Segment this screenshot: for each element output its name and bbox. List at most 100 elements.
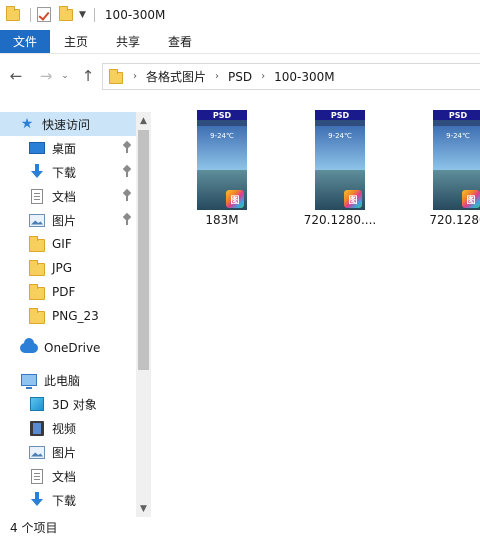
nav-label: 快速访问 — [42, 117, 91, 132]
folder-icon — [28, 308, 46, 324]
divider — [30, 8, 31, 22]
nav-label: GIF — [52, 237, 72, 251]
nav-item-gif[interactable]: GIF — [0, 232, 136, 256]
cloud-icon — [20, 338, 38, 356]
nav-label: 下载 — [52, 493, 77, 508]
address-bar[interactable]: › 各格式图片 › PSD › 100-300M — [102, 63, 480, 90]
star-icon: ★ — [20, 116, 34, 132]
download-icon — [28, 164, 46, 180]
window-title: 100-300M — [104, 8, 166, 22]
scroll-up-icon[interactable]: ▲ — [136, 112, 151, 129]
file-thumbnail: PSD 9-24℃ 图 — [433, 110, 480, 210]
nav-item-3d-objects[interactable]: 3D 对象 — [0, 392, 136, 416]
nav-item-pdf[interactable]: PDF — [0, 280, 136, 304]
status-bar: 4 个项目 — [0, 517, 480, 537]
recent-locations-dropdown[interactable]: ⌄ — [58, 64, 72, 88]
pin-icon[interactable] — [122, 214, 132, 226]
folder-icon — [109, 68, 123, 84]
image-app-badge-icon: 图 — [226, 190, 244, 208]
picture-icon — [28, 444, 46, 460]
nav-item-pc-documents[interactable]: 文档 — [0, 464, 136, 488]
image-app-badge-icon: 图 — [344, 190, 362, 208]
tab-home[interactable]: 主页 — [50, 30, 102, 53]
file-thumbnail: PSD 9-24℃ 图 — [197, 110, 247, 210]
nav-scrollbar[interactable]: ▲ ▼ — [136, 112, 151, 517]
nav-item-pictures[interactable]: 图片 — [0, 208, 136, 232]
nav-item-pc-downloads[interactable]: 下载 — [0, 488, 136, 512]
tab-share[interactable]: 共享 — [102, 30, 154, 53]
thumbnail-header: PSD — [197, 110, 247, 120]
up-button[interactable]: ↑ — [76, 64, 100, 88]
download-icon — [28, 492, 46, 508]
nav-label: 桌面 — [52, 141, 77, 156]
customize-toolbar-dropdown-icon[interactable]: ▼ — [79, 10, 86, 20]
tab-view[interactable]: 查看 — [154, 30, 206, 53]
nav-label: 文档 — [52, 469, 77, 484]
breadcrumb-item[interactable]: 各格式图片 — [146, 68, 206, 85]
folder-icon — [28, 284, 46, 300]
nav-label: PDF — [52, 285, 76, 299]
breadcrumb-item[interactable]: 100-300M — [274, 70, 335, 84]
picture-icon — [28, 212, 46, 228]
new-folder-icon[interactable] — [59, 6, 75, 23]
scroll-down-icon[interactable]: ▼ — [136, 500, 151, 517]
breadcrumb-item[interactable]: PSD — [228, 70, 252, 84]
file-thumbnail: PSD 9-24℃ 图 — [315, 110, 365, 210]
forward-button[interactable]: → — [34, 64, 58, 88]
nav-label: 图片 — [52, 213, 77, 228]
thumbnail-temp: 9-24℃ — [197, 126, 247, 170]
scroll-thumb[interactable] — [138, 130, 149, 370]
nav-quick-access[interactable]: ★ 快速访问 — [0, 112, 136, 136]
nav-onedrive[interactable]: OneDrive — [0, 336, 136, 360]
thumbnail-header: PSD — [433, 110, 480, 120]
item-count: 4 个项目 — [10, 520, 58, 535]
nav-label: JPG — [52, 261, 73, 275]
nav-label: PNG_23 — [52, 309, 99, 323]
tab-file[interactable]: 文件 — [0, 30, 50, 53]
pin-icon[interactable] — [122, 166, 132, 178]
nav-item-documents[interactable]: 文档 — [0, 184, 136, 208]
divider — [93, 8, 95, 22]
thumbnail-header: PSD — [315, 110, 365, 120]
nav-label: 文档 — [52, 189, 77, 204]
pin-icon[interactable] — [122, 190, 132, 202]
folder-icon[interactable] — [6, 6, 22, 23]
quick-access-toolbar: ▼ — [0, 0, 95, 30]
3d-objects-icon — [28, 396, 46, 412]
breadcrumb-separator[interactable]: › — [133, 71, 137, 82]
nav-item-pc-pictures[interactable]: 图片 — [0, 440, 136, 464]
file-list: PSD 9-24℃ 图 183M PSD 9-24℃ 图 720.1280...… — [152, 100, 480, 517]
folder-icon — [28, 236, 46, 252]
nav-item-jpg[interactable]: JPG — [0, 256, 136, 280]
document-icon — [28, 468, 46, 484]
thumbnail-landscape: 图 — [433, 170, 480, 210]
nav-label: 下载 — [52, 165, 77, 180]
nav-item-png23[interactable]: PNG_23 — [0, 304, 136, 328]
properties-icon[interactable] — [37, 7, 53, 23]
pin-icon[interactable] — [122, 142, 132, 154]
breadcrumb-separator[interactable]: › — [261, 71, 265, 82]
nav-item-videos[interactable]: 视频 — [0, 416, 136, 440]
file-name: 720.1280 — [429, 213, 480, 227]
title-bar: ▼ 100-300M — [0, 0, 480, 30]
breadcrumb-separator[interactable]: › — [215, 71, 219, 82]
video-icon — [28, 420, 46, 436]
nav-label: 视频 — [52, 421, 77, 436]
folder-icon — [28, 260, 46, 276]
thumbnail-landscape: 图 — [197, 170, 247, 210]
nav-label: 此电脑 — [44, 373, 81, 388]
nav-label: 3D 对象 — [52, 397, 97, 412]
thumbnail-temp: 9-24℃ — [433, 126, 480, 170]
document-icon — [28, 188, 46, 204]
nav-tree: ★ 快速访问 桌面 下载 文档 图片 GIF JPG PDF PNG_23 On… — [0, 112, 136, 512]
desktop-icon — [28, 140, 46, 156]
nav-this-pc[interactable]: 此电脑 — [0, 368, 136, 392]
navigation-pane: ★ 快速访问 桌面 下载 文档 图片 GIF JPG PDF PNG_23 On… — [0, 112, 152, 517]
nav-item-downloads[interactable]: 下载 — [0, 160, 136, 184]
back-button[interactable]: ← — [4, 64, 28, 88]
nav-item-desktop[interactable]: 桌面 — [0, 136, 136, 160]
file-item[interactable]: PSD 9-24℃ 图 720.1280 — [388, 100, 480, 240]
nav-label: 图片 — [52, 445, 77, 460]
